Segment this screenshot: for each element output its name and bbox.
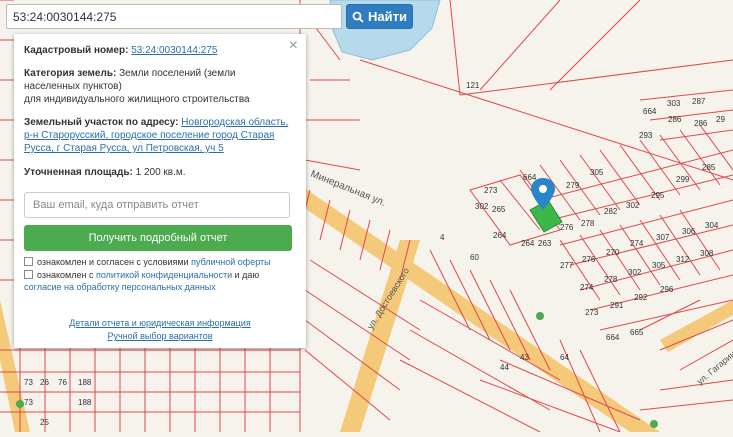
svg-text:278: 278	[581, 219, 595, 228]
address-link-2[interactable]: р-н Старорусский, городское поселение го…	[24, 130, 274, 141]
search-button-label: Найти	[368, 9, 407, 24]
get-report-button[interactable]: Получить подробный отчет	[24, 225, 292, 251]
address-link-3[interactable]: Русса, г Старая Русса, ул Петровская, уч…	[24, 143, 224, 154]
svg-text:307: 307	[656, 233, 670, 242]
details-row: Детали отчета и юридическая информация	[14, 317, 306, 330]
svg-text:276: 276	[582, 255, 596, 264]
svg-text:264: 264	[521, 239, 535, 248]
svg-text:273: 273	[585, 308, 599, 317]
svg-text:274: 274	[630, 239, 644, 248]
privacy-checkbox[interactable]	[24, 270, 33, 279]
poi-dot	[650, 420, 658, 428]
consent-privacy-text-2: и даю	[234, 270, 260, 280]
privacy-policy-link[interactable]: политикой конфиденциальности	[96, 270, 232, 280]
svg-text:302: 302	[475, 202, 489, 211]
svg-text:279: 279	[566, 181, 580, 190]
svg-text:303: 303	[667, 99, 681, 108]
category-value-3: для индивидуального жилищного строительс…	[24, 94, 250, 105]
svg-text:121: 121	[466, 81, 480, 90]
svg-text:263: 263	[538, 239, 552, 248]
parcel-info-panel: × Кадастровый номер: 53:24:0030144:275 К…	[14, 34, 306, 348]
consent-privacy-row: ознакомлен с политикой конфиденциальност…	[24, 269, 296, 293]
category-value-2: населенных пунктов)	[24, 81, 122, 92]
address-link-1[interactable]: Новгородская область,	[181, 117, 288, 128]
address-row: Земельный участок по адресу: Новгородска…	[24, 116, 294, 155]
svg-text:188: 188	[78, 378, 92, 387]
data-consent-link[interactable]: согласие на обработку персональных данны…	[24, 282, 216, 292]
svg-text:306: 306	[682, 227, 696, 236]
svg-text:264: 264	[493, 231, 507, 240]
svg-text:270: 270	[606, 248, 620, 257]
consent-offer-text: ознакомлен и согласен с условиями	[37, 257, 189, 267]
svg-text:278: 278	[604, 275, 618, 284]
svg-text:43: 43	[520, 353, 529, 362]
svg-text:305: 305	[652, 261, 666, 270]
svg-text:73: 73	[24, 398, 33, 407]
offer-checkbox[interactable]	[24, 257, 33, 266]
svg-text:188: 188	[78, 398, 92, 407]
cadastral-row: Кадастровый номер: 53:24:0030144:275	[24, 44, 294, 57]
manual-row: Ручной выбор вариантов	[14, 330, 306, 343]
search-button[interactable]: Найти	[346, 4, 413, 29]
poi-dot	[536, 312, 544, 320]
poi-dot	[16, 400, 24, 408]
svg-text:299: 299	[676, 175, 690, 184]
category-row: Категория земель: Земли поселений (земли…	[24, 67, 294, 106]
svg-text:64: 64	[560, 353, 569, 362]
email-placeholder: Ваш email, куда отправить отчет	[33, 198, 199, 211]
svg-text:274: 274	[580, 283, 594, 292]
get-report-label: Получить подробный отчет	[88, 231, 228, 244]
manual-selection-link[interactable]: Ручной выбор вариантов	[107, 331, 212, 341]
search-field[interactable]	[6, 4, 342, 29]
svg-text:29: 29	[716, 115, 725, 124]
svg-text:304: 304	[705, 221, 719, 230]
svg-text:60: 60	[470, 253, 479, 262]
svg-text:302: 302	[628, 268, 642, 277]
search-icon	[352, 11, 364, 23]
svg-text:286: 286	[668, 115, 682, 124]
svg-text:286: 286	[694, 119, 708, 128]
email-field[interactable]: Ваш email, куда отправить отчет	[24, 192, 290, 218]
svg-text:293: 293	[639, 131, 653, 140]
svg-text:664: 664	[643, 107, 657, 116]
svg-text:292: 292	[634, 293, 648, 302]
svg-text:44: 44	[500, 363, 509, 372]
svg-text:276: 276	[560, 223, 574, 232]
svg-text:25: 25	[40, 418, 49, 427]
svg-text:664: 664	[523, 173, 537, 182]
details-link[interactable]: Детали отчета и юридическая информация	[69, 318, 250, 328]
svg-text:76: 76	[58, 378, 67, 387]
public-offer-link[interactable]: публичной оферты	[191, 257, 271, 267]
svg-text:277: 277	[560, 261, 574, 270]
svg-text:273: 273	[484, 186, 498, 195]
search-input[interactable]	[7, 5, 341, 28]
svg-text:287: 287	[692, 97, 706, 106]
area-value: 1 200 кв.м.	[135, 167, 186, 178]
svg-text:295: 295	[651, 191, 665, 200]
svg-text:285: 285	[702, 163, 716, 172]
svg-text:296: 296	[660, 285, 674, 294]
consent-privacy-text: ознакомлен с	[37, 270, 94, 280]
svg-text:282: 282	[604, 207, 618, 216]
area-row: Уточненная площадь: 1 200 кв.м.	[24, 166, 294, 179]
category-value-1: Земли поселений (земли	[119, 68, 236, 79]
cadastral-link[interactable]: 53:24:0030144:275	[131, 45, 217, 56]
svg-text:308: 308	[700, 249, 714, 258]
svg-text:291: 291	[610, 301, 624, 310]
svg-text:665: 665	[630, 328, 644, 337]
svg-text:302: 302	[626, 201, 640, 210]
category-label: Категория земель:	[24, 68, 117, 79]
svg-text:312: 312	[676, 255, 690, 264]
area-label: Уточненная площадь:	[24, 167, 133, 178]
svg-text:664: 664	[606, 333, 620, 342]
cadastral-label: Кадастровый номер:	[24, 45, 129, 56]
svg-text:265: 265	[492, 205, 506, 214]
address-label: Земельный участок по адресу:	[24, 117, 179, 128]
svg-text:4: 4	[440, 233, 445, 242]
svg-text:73: 73	[24, 378, 33, 387]
consent-offer-row: ознакомлен и согласен с условиями публич…	[24, 256, 296, 268]
svg-text:305: 305	[590, 168, 604, 177]
svg-text:26: 26	[40, 378, 49, 387]
